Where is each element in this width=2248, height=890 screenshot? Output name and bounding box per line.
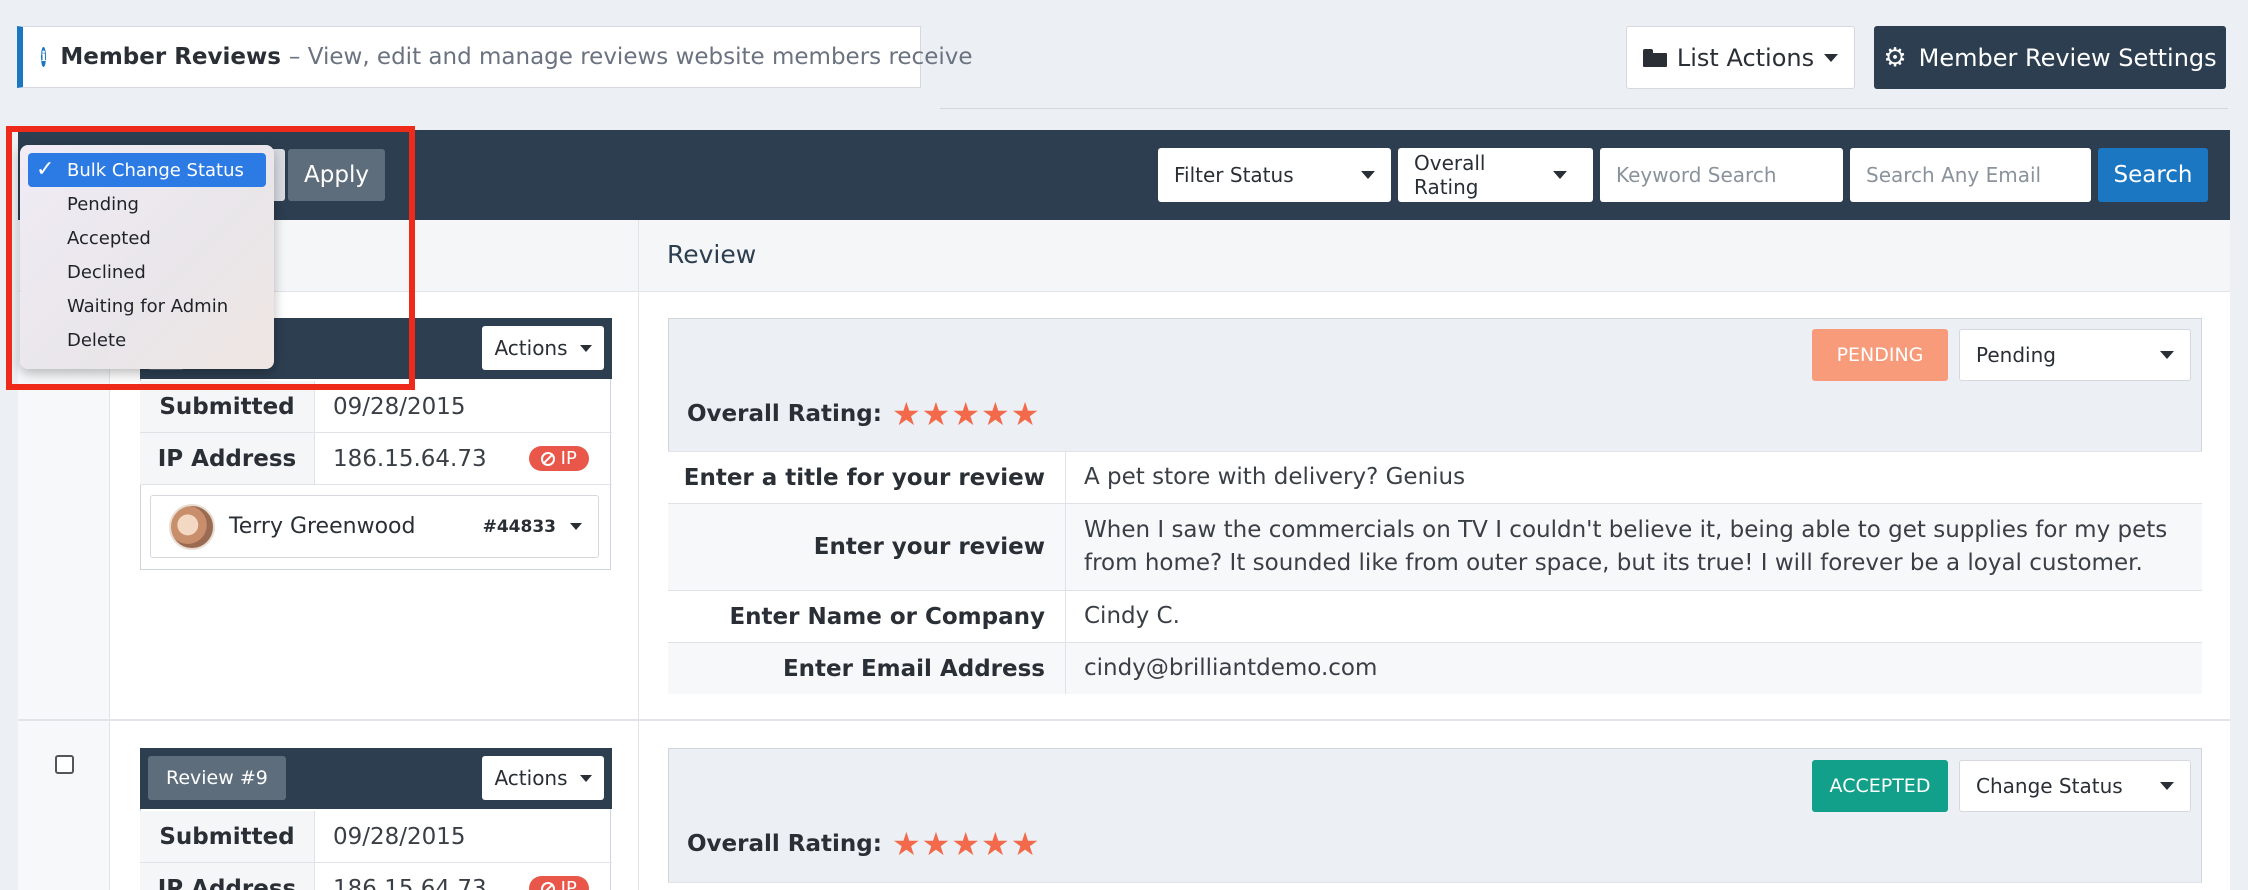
list-actions-button[interactable]: List Actions [1626,26,1855,89]
ip-badge-label: IP [560,878,577,890]
field-label: Enter Name or Company [668,591,1066,642]
ip-value-cell: 186.15.64.73 IP [315,863,612,890]
filter-status-label: Filter Status [1174,163,1294,187]
search-button[interactable]: Search [2098,148,2208,202]
status-badge: PENDING [1812,329,1948,381]
ip-label: IP Address [140,863,315,890]
ip-badge-label: IP [560,448,577,469]
member-selector[interactable]: Terry Greenwood #44833 [150,495,599,558]
submitted-date: 09/28/2015 [333,823,466,850]
caret-down-icon [1361,171,1375,179]
change-status-select[interactable]: Change Status [1959,760,2191,812]
overall-rating-label: Overall Rating: [687,401,882,427]
field-label: Enter Email Address [668,643,1066,694]
page-title: Member Reviews [60,44,281,70]
ip-row: IP Address 186.15.64.73 IP [140,863,612,890]
info-icon: i [41,47,47,67]
star-rating-icons: ★★★★★ [891,395,1041,433]
status-badge: ACCEPTED [1812,760,1948,812]
folder-open-icon [1642,48,1667,67]
header-divider [940,108,2228,109]
email-search-input[interactable] [1850,148,2091,202]
column-divider [638,220,639,890]
row-divider [18,719,2230,721]
actions-dropdown-button[interactable]: Actions [482,756,604,800]
row-checkbox[interactable] [55,755,74,774]
review-field-row: Enter Email Address cindy@brilliantdemo.… [668,642,2202,694]
gears-icon: ⚙ [1883,42,1907,73]
overall-rating-select[interactable]: Overall Rating [1398,148,1593,202]
caret-down-icon [2160,351,2174,359]
filter-status-select[interactable]: Filter Status [1158,148,1391,202]
review-number-badge: Review #9 [148,756,286,800]
ip-address: 186.15.64.73 [333,445,487,472]
review-field-row: Enter a title for your review A pet stor… [668,451,2202,503]
status-select-label: Pending [1976,343,2056,367]
review-field-row [668,882,2202,890]
field-value: When I saw the commercials on TV I could… [1084,516,2168,576]
actions-dropdown-button[interactable]: Actions [482,326,604,370]
caret-down-icon [2160,782,2174,790]
actions-label: Actions [494,336,568,360]
ban-ip-button[interactable]: IP [528,876,589,890]
caret-down-icon [1553,171,1567,179]
member-name: Terry Greenwood [229,514,416,539]
field-value: A pet store with delivery? Genius [1084,463,1466,490]
caret-down-icon [570,523,582,530]
field-label: Enter your review [668,504,1066,590]
overall-rating: Overall Rating: ★★★★★ [687,395,1040,433]
page-description: – View, edit and manage reviews website … [288,44,973,70]
page-info-box: i Member Reviews – View, edit and manage… [17,26,973,88]
overall-rating: Overall Rating: ★★★★★ [687,825,1040,863]
member-review-settings-button[interactable]: ⚙ Member Review Settings [1874,26,2226,89]
avatar [169,503,215,550]
member-id: #44833 [482,516,556,537]
list-actions-label: List Actions [1676,43,1815,72]
review-field-row: Enter Name or Company Cindy C. [668,590,2202,642]
caret-down-icon [579,774,592,782]
ban-icon [540,881,555,890]
settings-label: Member Review Settings [1918,43,2217,72]
status-select[interactable]: Pending [1959,329,2191,381]
overall-rating-label: Overall Rating: [687,831,882,857]
row-select-cell [18,721,109,890]
status-select-label: Change Status [1976,774,2123,798]
submitted-label: Submitted [140,811,315,862]
overall-rating-label: Overall Rating [1414,151,1486,199]
ip-address: 186.15.64.73 [333,875,487,890]
ip-label: IP Address [140,433,315,484]
ban-icon [540,451,555,466]
ip-value-cell: 186.15.64.73 IP [315,433,612,484]
actions-label: Actions [494,766,568,790]
field-label: Enter a title for your review [668,452,1066,503]
highlight-annotation-box [6,126,415,390]
caret-down-icon [1824,53,1839,62]
keyword-search-input[interactable] [1600,148,1843,202]
review-card-header: Review #9 Actions [140,748,612,809]
ban-ip-button[interactable]: IP [528,446,589,471]
review-column-header: Review [667,240,757,269]
star-rating-icons: ★★★★★ [891,825,1041,863]
ip-row: IP Address 186.15.64.73 IP [140,433,612,485]
caret-down-icon [579,344,592,352]
submitted-row: Submitted 09/28/2015 [140,811,612,863]
field-value: Cindy C. [1084,602,1180,629]
review-field-row: Enter your review When I saw the commerc… [668,503,2202,590]
field-value: cindy@brilliantdemo.com [1084,654,1378,681]
